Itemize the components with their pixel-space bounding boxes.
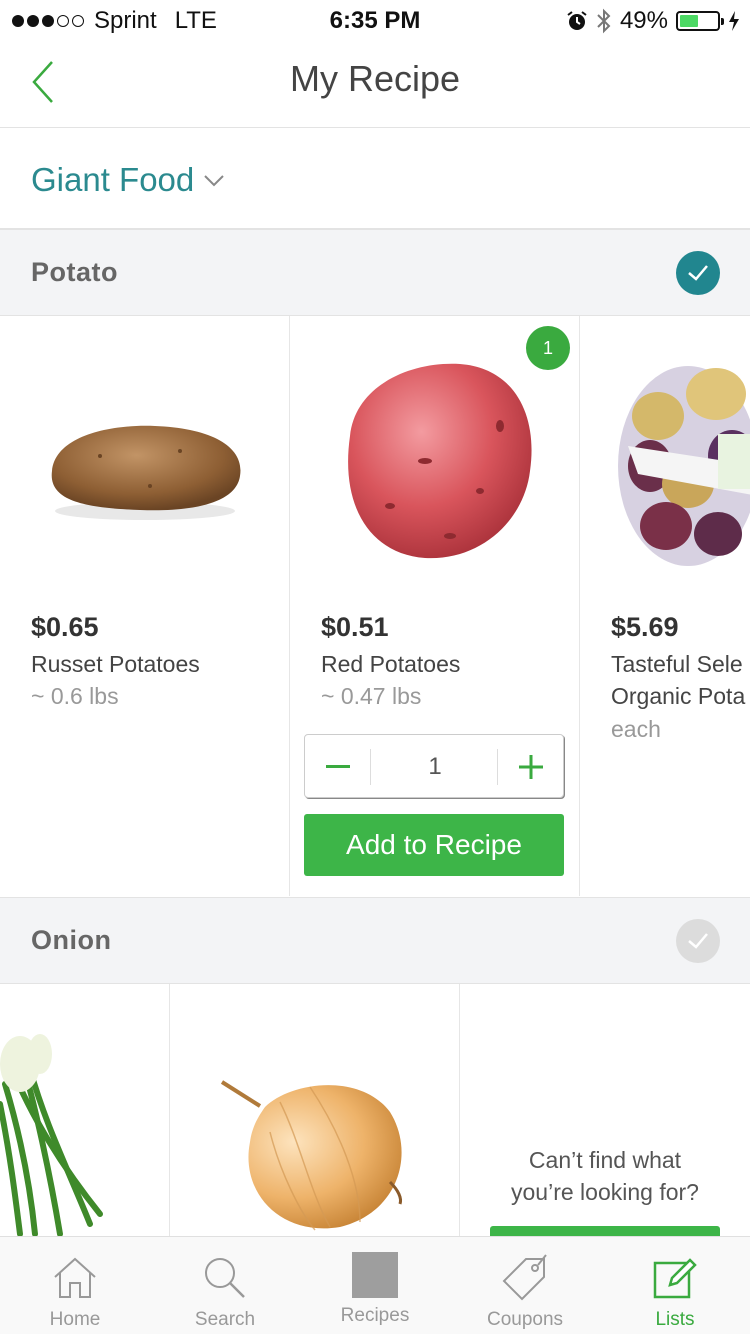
tab-label: Recipes [340, 1305, 410, 1326]
product-image-organic-potato-bag [618, 366, 750, 566]
plus-icon [518, 755, 543, 779]
product-price: $0.65 [31, 612, 99, 642]
product-carousel-potato[interactable]: $0.65 Russet Potatoes ~ 0.6 lbs 1 $0.51 … [0, 316, 750, 896]
product-weight: ~ 0.47 lbs [321, 683, 422, 709]
tab-search[interactable]: Search [150, 1237, 300, 1334]
product-card[interactable]: $5.69 Tasteful Sele Organic Pota each [580, 316, 750, 896]
decrement-button[interactable] [305, 749, 371, 785]
status-bar: Sprint LTE 6:35 PM 49% [0, 0, 750, 40]
section-title: Onion [31, 925, 112, 955]
cant-find-text-line2: you’re looking for? [511, 1179, 699, 1205]
product-card[interactable]: $0.65 Russet Potatoes ~ 0.6 lbs [0, 316, 290, 896]
store-name: Giant Food [31, 161, 195, 198]
tab-label: Coupons [486, 1309, 564, 1330]
search-icon [205, 1258, 245, 1298]
network-label: LTE [174, 7, 217, 34]
nav-bar: My Recipe [0, 40, 750, 128]
tab-coupons[interactable]: Coupons [450, 1237, 600, 1334]
product-price: $5.69 [611, 612, 679, 642]
battery-icon [676, 11, 724, 31]
minus-icon [325, 765, 350, 768]
section-header-potato: Potato [0, 229, 750, 316]
home-icon [54, 1257, 96, 1298]
product-name-line2: Organic Pota [611, 683, 746, 709]
product-price: $0.51 [321, 612, 389, 642]
tab-label: Lists [655, 1309, 695, 1330]
status-left: Sprint LTE [12, 7, 217, 35]
recipes-icon [352, 1252, 398, 1298]
section-check-button[interactable] [676, 919, 720, 963]
cant-find-panel: Can’t find what you’re looking for? [460, 984, 750, 1236]
product-name: Russet Potatoes [31, 651, 200, 677]
page-title: My Recipe [289, 58, 461, 99]
add-to-recipe-button[interactable]: Add to Recipe [304, 814, 564, 876]
product-card[interactable] [0, 984, 170, 1236]
section-title: Potato [31, 257, 118, 287]
tab-bar: Home Search Recipes Coupons Lists [0, 1236, 750, 1334]
coupon-tag-icon [502, 1254, 547, 1301]
battery-percent: 49% [619, 7, 668, 34]
status-right: 49% [566, 7, 740, 35]
tab-recipes[interactable]: Recipes [300, 1237, 450, 1334]
signal-strength-icon [12, 15, 84, 27]
section-check-button[interactable] [676, 251, 720, 295]
quantity-value[interactable]: 1 [371, 753, 499, 781]
cant-find-text-line1: Can’t find what [528, 1147, 682, 1173]
product-image-red-potato [348, 363, 532, 559]
product-weight: ~ 0.6 lbs [31, 683, 119, 709]
carrier-label: Sprint [94, 7, 157, 34]
tab-label: Search [194, 1309, 256, 1330]
store-selector[interactable]: Giant Food [0, 129, 750, 229]
section-header-onion: Onion [0, 897, 750, 984]
checkmark-icon [688, 265, 708, 281]
product-carousel-onion[interactable]: Can’t find what you’re looking for? [0, 984, 750, 1236]
product-image-russet-potato [51, 425, 241, 520]
charging-bolt-icon [729, 11, 739, 31]
tab-label: Home [49, 1309, 101, 1330]
product-card[interactable]: 1 $0.51 Red Potatoes ~ 0.47 lbs 1 Add to… [290, 316, 580, 896]
product-name: Red Potatoes [321, 651, 461, 677]
cant-find-action-button[interactable] [490, 1226, 720, 1236]
product-image-yellow-onion [220, 1080, 402, 1231]
checkmark-icon [688, 933, 708, 949]
product-weight: each [611, 716, 661, 742]
tab-lists[interactable]: Lists [600, 1237, 750, 1334]
tab-home[interactable]: Home [0, 1237, 150, 1334]
product-card[interactable] [170, 984, 460, 1236]
increment-button[interactable] [497, 749, 563, 785]
chevron-down-icon [204, 175, 224, 187]
bluetooth-icon [597, 8, 611, 34]
alarm-icon [567, 11, 587, 30]
product-image-green-onion [0, 1034, 103, 1236]
product-name-line1: Tasteful Sele [611, 651, 743, 677]
quantity-stepper: 1 [304, 734, 564, 798]
edit-list-icon [653, 1258, 697, 1299]
